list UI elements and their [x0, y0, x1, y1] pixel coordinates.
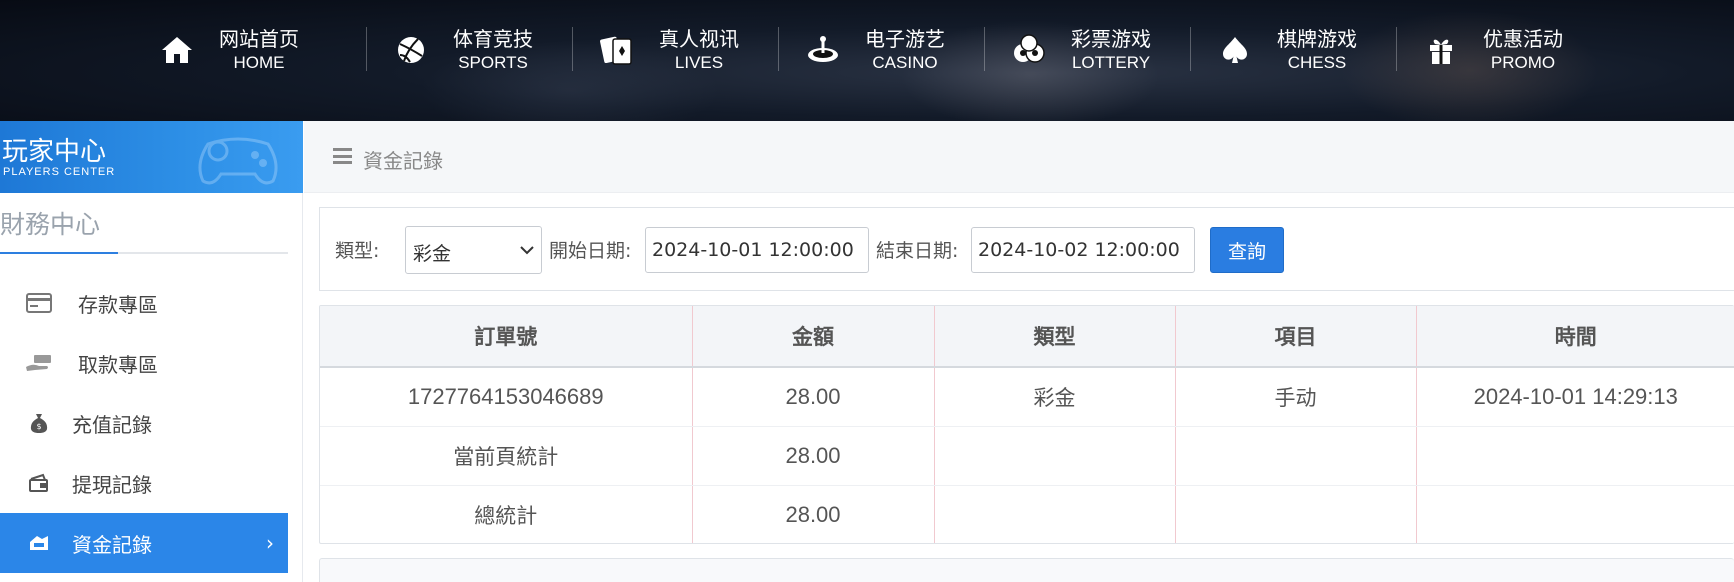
- funds-record-table: 訂單號 金額 類型 項目 時間 1727764153046689 28.00 彩…: [319, 305, 1734, 544]
- start-date-input[interactable]: [645, 227, 869, 273]
- cell-empty: [1415, 426, 1734, 486]
- column-header-item: 項目: [1174, 306, 1416, 368]
- type-label: 類型:: [335, 240, 380, 262]
- nav-label-cn: 真人视讯: [659, 26, 739, 51]
- nav-label-cn: 电子游艺: [865, 26, 945, 51]
- withdraw-icon: [24, 473, 54, 493]
- cell-amount: 28.00: [691, 367, 934, 427]
- nav-item-chess[interactable]: 棋牌游戏 CHESS: [1190, 0, 1396, 100]
- start-date-label: 開始日期:: [549, 240, 632, 262]
- sidebar-item-label: 取款專區: [78, 352, 158, 377]
- players-center-banner: 玩家中心 PLAYERS CENTER: [0, 121, 303, 193]
- nav-label-cn: 棋牌游戏: [1277, 26, 1357, 51]
- spade-icon: [1218, 33, 1252, 67]
- table-row: 1727764153046689 28.00 彩金 手动 2024-10-01 …: [320, 367, 1734, 427]
- nav-label-en: SPORTS: [458, 52, 528, 72]
- column-header-amount: 金額: [691, 306, 934, 368]
- nav-label-en: LIVES: [674, 52, 724, 72]
- sidebar-item-recharge-record[interactable]: $ 充值記錄: [0, 393, 288, 453]
- card-icon: [24, 293, 54, 313]
- sidebar-item-label: 提現記錄: [72, 472, 152, 497]
- query-button[interactable]: 查詢: [1210, 227, 1284, 273]
- cell-type: 彩金: [933, 367, 1175, 427]
- gift-icon: [1424, 33, 1458, 67]
- cell-page-total-label: 當前頁統計: [320, 426, 692, 486]
- funds-icon: [24, 533, 54, 553]
- cash-hand-icon: [24, 353, 54, 373]
- cell-empty: [1174, 485, 1416, 543]
- nav-label-en: PROMO: [1490, 52, 1556, 72]
- cell-grand-total-amount: 28.00: [691, 485, 934, 543]
- ball-icon: [394, 33, 428, 67]
- table-header-row: 訂單號 金額 類型 項目 時間: [320, 306, 1734, 368]
- nav-label-cn: 彩票游戏: [1071, 26, 1151, 51]
- sidebar-item-funds-record[interactable]: 資金記錄 ›: [0, 513, 288, 573]
- column-header-type: 類型: [933, 306, 1175, 368]
- chevron-right-icon: ›: [266, 531, 274, 555]
- cell-empty: [1415, 485, 1734, 543]
- top-navigation-bar: 网站首页 HOME 体育竞技 SPORTS 真人视讯 LIVES 电子游艺 CASINO…: [0, 0, 1734, 121]
- breadcrumb: 資金記錄: [304, 121, 1734, 193]
- table-row-page-total: 當前頁統計 28.00: [320, 426, 1734, 486]
- nav-item-lottery[interactable]: 彩票游戏 LOTTERY: [984, 0, 1190, 100]
- sidebar-item-withdraw[interactable]: 取款專區: [0, 333, 288, 393]
- end-date-input[interactable]: [971, 227, 1195, 273]
- nav-item-sports[interactable]: 体育竞技 SPORTS: [366, 0, 572, 100]
- svg-text:$: $: [36, 422, 41, 431]
- breadcrumb-current: 資金記錄: [363, 149, 443, 173]
- section-underline: [0, 252, 288, 254]
- menu-icon[interactable]: [333, 148, 352, 164]
- sidebar: 玩家中心 PLAYERS CENTER 財務中心 存款專區 取款專區 $ 充值記…: [0, 121, 303, 582]
- cell-order-no: 1727764153046689: [320, 367, 692, 427]
- players-center-subtitle: PLAYERS CENTER: [3, 166, 116, 178]
- nav-label-en: CASINO: [872, 52, 938, 72]
- nav-label-en: LOTTERY: [1071, 52, 1151, 72]
- finance-menu: 存款專區 取款專區 $ 充值記錄 提現記錄 資金記錄 ›: [0, 273, 288, 573]
- table-row-grand-total: 總統計 28.00: [320, 485, 1734, 543]
- nav-label-cn: 体育竞技: [453, 26, 533, 51]
- sidebar-item-label: 存款專區: [78, 292, 158, 317]
- cell-time: 2024-10-01 14:29:13: [1415, 367, 1734, 427]
- sidebar-item-label: 資金記錄: [72, 532, 152, 557]
- sidebar-item-label: 充值記錄: [72, 412, 152, 437]
- nav-label-en: HOME: [233, 52, 285, 72]
- cell-empty: [933, 485, 1175, 543]
- column-header-order-no: 訂單號: [320, 306, 692, 368]
- type-select-value: 彩金: [413, 243, 452, 265]
- cell-empty: [933, 426, 1175, 486]
- money-bag-icon: $: [24, 412, 54, 434]
- nav-item-lives[interactable]: 真人视讯 LIVES: [572, 0, 778, 100]
- nav-label-cn: 网站首页: [219, 26, 299, 51]
- gamepad-icon: [193, 129, 283, 193]
- cell-page-total-amount: 28.00: [691, 426, 934, 486]
- column-header-time: 時間: [1415, 306, 1734, 368]
- sidebar-item-deposit[interactable]: 存款專區: [0, 273, 288, 333]
- cell-item: 手动: [1174, 367, 1416, 427]
- roulette-icon: [806, 33, 840, 67]
- end-date-label: 結束日期:: [876, 240, 959, 262]
- nav-item-promo[interactable]: 优惠活动 PROMO: [1396, 0, 1602, 100]
- filter-bar: 類型: 彩金 開始日期: 結束日期: 查詢: [319, 207, 1734, 291]
- home-icon: [160, 33, 194, 67]
- nav-item-casino[interactable]: 电子游艺 CASINO: [778, 0, 984, 100]
- nav-label-cn: 优惠活动: [1483, 26, 1563, 51]
- sidebar-item-withdraw-record[interactable]: 提現記錄: [0, 453, 288, 513]
- cell-grand-total-label: 總統計: [474, 503, 538, 528]
- pagination-panel: [319, 558, 1734, 582]
- type-select[interactable]: 彩金: [405, 226, 542, 274]
- players-center-title: 玩家中心: [2, 137, 107, 167]
- nav-item-home[interactable]: 网站首页 HOME: [160, 0, 366, 100]
- lottery-balls-icon: [1012, 33, 1046, 67]
- chevron-down-icon: [519, 241, 535, 263]
- finance-center-title: 財務中心: [0, 210, 101, 239]
- cell-empty: [1174, 426, 1416, 486]
- cards-icon: [600, 33, 634, 67]
- nav-label-en: CHESS: [1287, 52, 1347, 72]
